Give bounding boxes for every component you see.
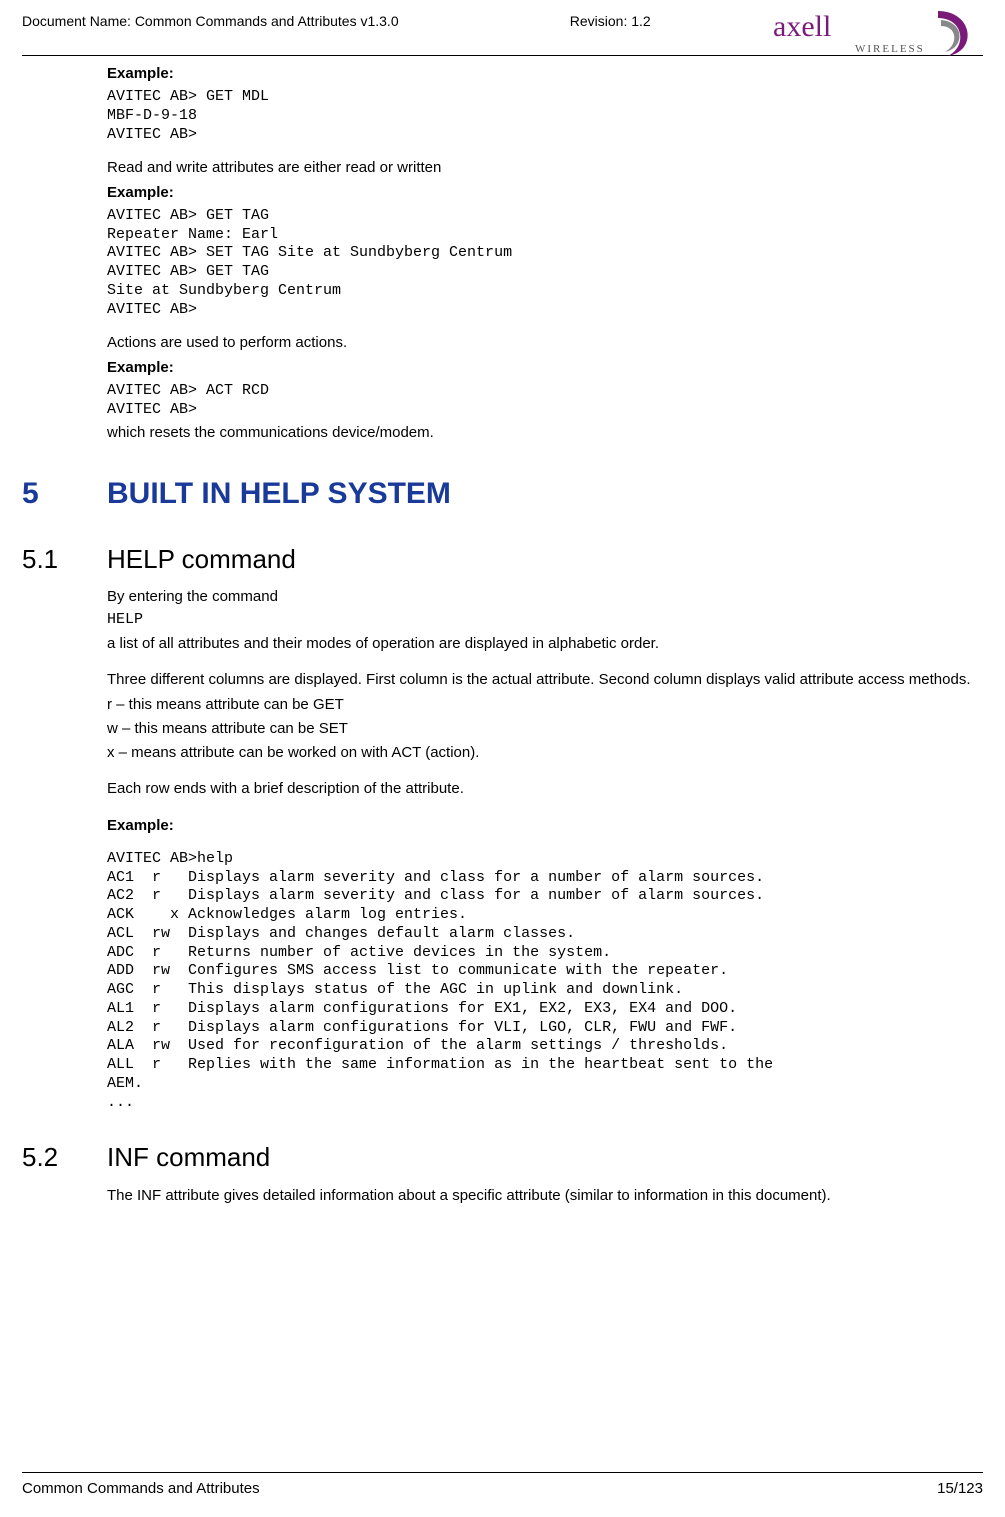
- content-body: Example: AVITEC AB> GET MDL MBF-D-9-18 A…: [107, 64, 983, 444]
- sec51-w-desc: w – this means attribute can be SET: [107, 719, 983, 739]
- section-5-2-number: 5.2: [22, 1140, 107, 1175]
- example2-code: AVITEC AB> GET TAG Repeater Name: Earl A…: [107, 207, 983, 320]
- logo-subtext: WIRELESS: [855, 43, 925, 55]
- section-5-1-heading: 5.1 HELP command: [22, 542, 983, 577]
- example1-code: AVITEC AB> GET MDL MBF-D-9-18 AVITEC AB>: [107, 88, 983, 144]
- sec51-x-desc: x – means attribute can be worked on wit…: [107, 743, 983, 763]
- doc-name-label: Document Name: Common Commands and Attri…: [22, 10, 399, 31]
- document-footer: Common Commands and Attributes 15/123: [22, 1472, 983, 1499]
- section-5-heading: 5 BUILT IN HELP SYSTEM: [22, 474, 983, 515]
- example3-code: AVITEC AB> ACT RCD AVITEC AB>: [107, 382, 983, 420]
- footer-divider: [22, 1472, 983, 1473]
- actions-after-text: which resets the communications device/m…: [107, 423, 983, 443]
- logo-swirl-icon: [938, 11, 968, 56]
- sec51-row-desc: Each row ends with a brief description o…: [107, 779, 983, 799]
- sec51-r-desc: r – this means attribute can be GET: [107, 695, 983, 715]
- section-5-number: 5: [22, 474, 107, 515]
- footer-title: Common Commands and Attributes: [22, 1479, 260, 1499]
- section-5-title: BUILT IN HELP SYSTEM: [107, 474, 451, 515]
- sec51-help-cmd: HELP: [107, 611, 983, 630]
- revision-label: Revision: 1.2: [570, 10, 651, 31]
- section-5-2-heading: 5.2 INF command: [22, 1140, 983, 1175]
- section-5-1-title: HELP command: [107, 542, 296, 577]
- actions-text: Actions are used to perform actions.: [107, 333, 983, 353]
- sec51-columns-desc: Three different columns are displayed. F…: [107, 670, 983, 690]
- sec51-p2: a list of all attributes and their modes…: [107, 634, 983, 654]
- sec51-example-code: AVITEC AB>help AC1 r Displays alarm seve…: [107, 850, 983, 1113]
- document-header: Document Name: Common Commands and Attri…: [22, 10, 983, 31]
- sec51-intro: By entering the command: [107, 587, 983, 607]
- brand-logo: axell WIRELESS: [773, 6, 983, 68]
- logo-text: axell: [773, 10, 831, 43]
- example3-label: Example:: [107, 358, 983, 378]
- sec51-example-label: Example:: [107, 816, 983, 836]
- rw-attributes-text: Read and write attributes are either rea…: [107, 158, 983, 178]
- sec52-p1: The INF attribute gives detailed informa…: [107, 1186, 983, 1206]
- section-5-1-number: 5.1: [22, 542, 107, 577]
- page-number: 15/123: [937, 1479, 983, 1499]
- example2-label: Example:: [107, 183, 983, 203]
- section-5-2-title: INF command: [107, 1140, 270, 1175]
